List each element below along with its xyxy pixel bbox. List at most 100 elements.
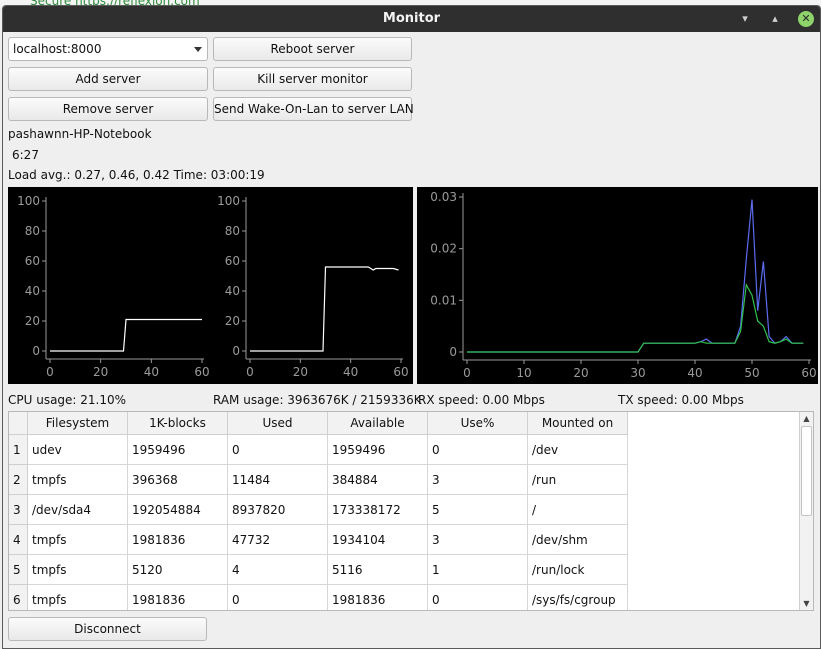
scroll-down-icon[interactable]: ▼	[800, 597, 813, 610]
table-cell[interactable]: 4	[228, 555, 328, 585]
column-header[interactable]: Use%	[428, 412, 528, 435]
row-number[interactable]: 4	[9, 525, 28, 555]
column-header[interactable]: Filesystem	[28, 412, 128, 435]
table-cell[interactable]: /dev	[528, 435, 628, 465]
ram-x-tick-label: 40	[343, 365, 358, 379]
ram-x-tick-label: 20	[293, 365, 308, 379]
scrollbar-thumb[interactable]	[801, 426, 812, 516]
cpu-x-tick-label: 40	[144, 365, 159, 379]
cpu-y-tick-label: 20	[25, 314, 40, 328]
table-scrollbar[interactable]: ▲ ▼	[799, 412, 813, 610]
close-icon[interactable]: ✕	[798, 11, 814, 27]
tx-speed-label: TX speed: 0.00 Mbps	[618, 393, 744, 407]
table-cell[interactable]: 1959496	[128, 435, 228, 465]
cpu-usage-label: CPU usage: 21.10%	[8, 393, 127, 407]
table-cell[interactable]: 11484	[228, 465, 328, 495]
table-cell[interactable]: 1934104	[328, 525, 428, 555]
table-cell[interactable]: 8937820	[228, 495, 328, 525]
table-cell[interactable]: tmpfs	[28, 465, 128, 495]
ram-y-tick-label: 80	[225, 224, 240, 238]
uptime-label: 6:27	[12, 148, 39, 162]
add-server-button[interactable]: Add server	[8, 67, 208, 91]
table-cell[interactable]: 5120	[128, 555, 228, 585]
net-x-tick-label: 60	[801, 366, 816, 380]
table-cell[interactable]: 0	[228, 585, 328, 610]
row-number[interactable]: 6	[9, 585, 28, 610]
title-bar: Monitor ▾ ▴ ✕	[3, 6, 820, 32]
network-speed-chart: 0 0.01 0.02 0.03 0 10 20 30 40 50 60	[417, 187, 818, 384]
row-number[interactable]: 1	[9, 435, 28, 465]
server-select-value: localhost:8000	[13, 42, 102, 56]
column-header[interactable]: Mounted on	[528, 412, 628, 435]
wake-on-lan-button[interactable]: Send Wake-On-Lan to server LAN	[213, 97, 414, 121]
reboot-server-button[interactable]: Reboot server	[213, 37, 412, 61]
row-number[interactable]: 2	[9, 465, 28, 495]
column-header[interactable]: 1K-blocks	[128, 412, 228, 435]
kill-server-monitor-button[interactable]: Kill server monitor	[213, 67, 412, 91]
table-cell[interactable]: /dev/shm	[528, 525, 628, 555]
table-cell[interactable]: 173338172	[328, 495, 428, 525]
cpu-x-tick-label: 0	[46, 365, 54, 379]
table-cell[interactable]: tmpfs	[28, 555, 128, 585]
table-cell[interactable]: /sys/fs/cgroup	[528, 585, 628, 610]
column-header[interactable]: Available	[328, 412, 428, 435]
table-cell[interactable]: 396368	[128, 465, 228, 495]
cpu-x-tick-label: 20	[93, 365, 108, 379]
table-cell[interactable]: tmpfs	[28, 525, 128, 555]
table-cell[interactable]: /dev/sda4	[28, 495, 128, 525]
table-cell[interactable]: 5116	[328, 555, 428, 585]
table-cell[interactable]: tmpfs	[28, 585, 128, 610]
column-header[interactable]: Used	[228, 412, 328, 435]
net-series-line-1	[467, 282, 804, 353]
ram-x-tick-label: 60	[393, 365, 408, 379]
ram-usage-label: RAM usage: 3963676K / 2159336K	[213, 393, 422, 407]
table-cell[interactable]: 0	[228, 435, 328, 465]
server-select[interactable]: localhost:8000	[8, 37, 208, 61]
remove-server-button[interactable]: Remove server	[8, 97, 208, 121]
network-chart-svg: 0 0.01 0.02 0.03 0 10 20 30 40 50 60	[430, 190, 816, 380]
table-cell[interactable]: 5	[428, 495, 528, 525]
ram-chart-svg: 0 20 40 60 80 100 0 20 40 60	[217, 194, 409, 379]
ram-y-tick-label: 40	[225, 284, 240, 298]
table-cell[interactable]: /	[528, 495, 628, 525]
net-x-tick-label: 0	[463, 366, 471, 380]
monitor-window: Monitor ▾ ▴ ✕ localhost:8000 Reboot serv…	[2, 5, 821, 649]
table-cell[interactable]: 1	[428, 555, 528, 585]
table-cell[interactable]: udev	[28, 435, 128, 465]
table-cell[interactable]: /run	[528, 465, 628, 495]
table-cell[interactable]: /run/lock	[528, 555, 628, 585]
scroll-up-icon[interactable]: ▲	[800, 412, 813, 425]
table-cell[interactable]: 0	[428, 585, 528, 610]
ram-y-tick-label: 0	[232, 344, 240, 358]
table-cell[interactable]: 384884	[328, 465, 428, 495]
cpu-y-tick-label: 40	[25, 284, 40, 298]
cpu-usage-chart: 0 20 40 60 80 100 0 20 40 60	[8, 187, 212, 384]
load-average-label: Load avg.: 0.27, 0.46, 0.42 Time: 03:00:…	[8, 168, 265, 182]
row-number[interactable]: 3	[9, 495, 28, 525]
window-title: Monitor	[382, 11, 441, 26]
net-y-tick-label: 0.01	[430, 293, 457, 307]
table-cell[interactable]: 3	[428, 465, 528, 495]
cpu-x-tick-label: 60	[194, 365, 209, 379]
filesystem-table[interactable]: Filesystem 1K-blocks Used Available Use%…	[8, 411, 814, 611]
table-cell[interactable]: 1981836	[128, 525, 228, 555]
table-cell[interactable]: 3	[428, 525, 528, 555]
table-cell[interactable]: 1981836	[128, 585, 228, 610]
minimize-icon[interactable]: ▾	[737, 11, 753, 27]
table-cell[interactable]: 47732	[228, 525, 328, 555]
table-cell[interactable]: 192054884	[128, 495, 228, 525]
cpu-y-tick-label: 100	[17, 194, 40, 208]
table-cell[interactable]: 1981836	[328, 585, 428, 610]
cpu-chart-svg: 0 20 40 60 80 100 0 20 40 60	[17, 194, 210, 379]
ram-series-line-0	[250, 266, 399, 352]
table-cell[interactable]: 1959496	[328, 435, 428, 465]
maximize-icon[interactable]: ▴	[767, 11, 783, 27]
ram-usage-chart: 0 20 40 60 80 100 0 20 40 60	[212, 187, 413, 384]
net-x-tick-label: 40	[687, 366, 702, 380]
disconnect-button[interactable]: Disconnect	[8, 617, 207, 641]
net-x-tick-label: 50	[744, 366, 759, 380]
row-number[interactable]: 5	[9, 555, 28, 585]
net-x-tick-label: 20	[573, 366, 588, 380]
net-x-tick-label: 30	[630, 366, 645, 380]
table-cell[interactable]: 0	[428, 435, 528, 465]
